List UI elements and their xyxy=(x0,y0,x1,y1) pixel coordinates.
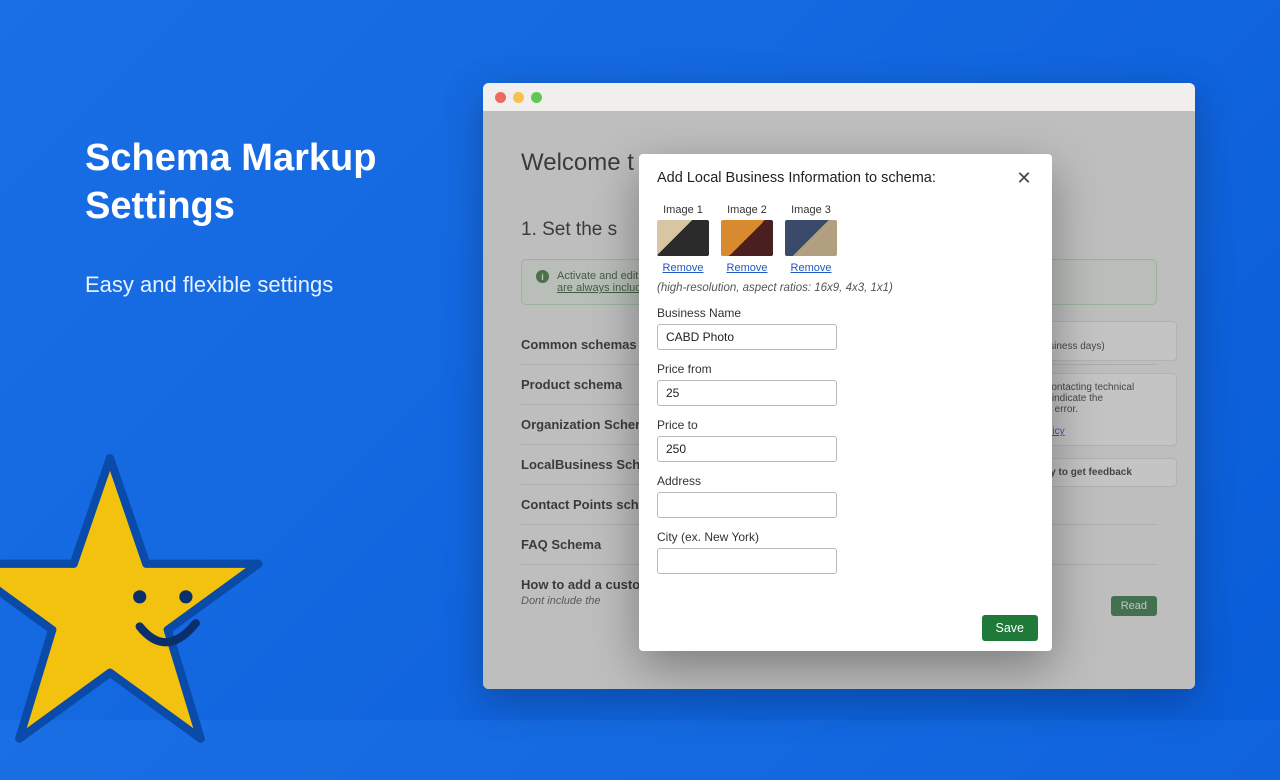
remove-image-3[interactable]: Remove xyxy=(785,262,837,274)
local-business-modal: Add Local Business Information to schema… xyxy=(639,154,1052,651)
field-price-to: Price to xyxy=(657,418,1034,462)
modal-title: Add Local Business Information to schema… xyxy=(657,170,936,186)
image-thumb-1[interactable] xyxy=(657,220,709,256)
close-icon[interactable]: ✕ xyxy=(1014,168,1034,188)
traffic-light-zoom[interactable] xyxy=(531,92,542,103)
image-slot-3: Image 3 Remove xyxy=(785,204,837,274)
city-input[interactable] xyxy=(657,548,837,574)
address-input[interactable] xyxy=(657,492,837,518)
promo-title: Schema Markup Settings xyxy=(85,135,405,230)
field-price-from: Price from xyxy=(657,362,1034,406)
image-thumb-3[interactable] xyxy=(785,220,837,256)
browser-window: Welcome t 1. Set the s i Activate and ed… xyxy=(483,83,1195,689)
price-from-input[interactable] xyxy=(657,380,837,406)
business-name-input[interactable] xyxy=(657,324,837,350)
field-city: City (ex. New York) xyxy=(657,530,1034,574)
image-hint: (high-resolution, aspect ratios: 16x9, 4… xyxy=(657,282,1034,294)
field-business-name: Business Name xyxy=(657,306,1034,350)
modal-footer: Save xyxy=(639,605,1052,651)
promo-block: Schema Markup Settings Easy and flexible… xyxy=(85,135,405,302)
save-button[interactable]: Save xyxy=(982,615,1039,641)
image-row: Image 1 Remove Image 2 Remove Image 3 Re… xyxy=(657,204,1034,274)
traffic-light-close[interactable] xyxy=(495,92,506,103)
window-titlebar xyxy=(483,83,1195,111)
remove-image-1[interactable]: Remove xyxy=(657,262,709,274)
traffic-light-minimize[interactable] xyxy=(513,92,524,103)
modal-body[interactable]: Image 1 Remove Image 2 Remove Image 3 Re… xyxy=(639,198,1052,605)
star-mascot xyxy=(0,445,275,775)
field-address: Address xyxy=(657,474,1034,518)
image-slot-1: Image 1 Remove xyxy=(657,204,709,274)
modal-header: Add Local Business Information to schema… xyxy=(639,154,1052,198)
image-thumb-2[interactable] xyxy=(721,220,773,256)
promo-subtitle: Easy and flexible settings xyxy=(85,268,405,302)
image-slot-2: Image 2 Remove xyxy=(721,204,773,274)
app-content: Welcome t 1. Set the s i Activate and ed… xyxy=(483,111,1195,689)
remove-image-2[interactable]: Remove xyxy=(721,262,773,274)
price-to-input[interactable] xyxy=(657,436,837,462)
